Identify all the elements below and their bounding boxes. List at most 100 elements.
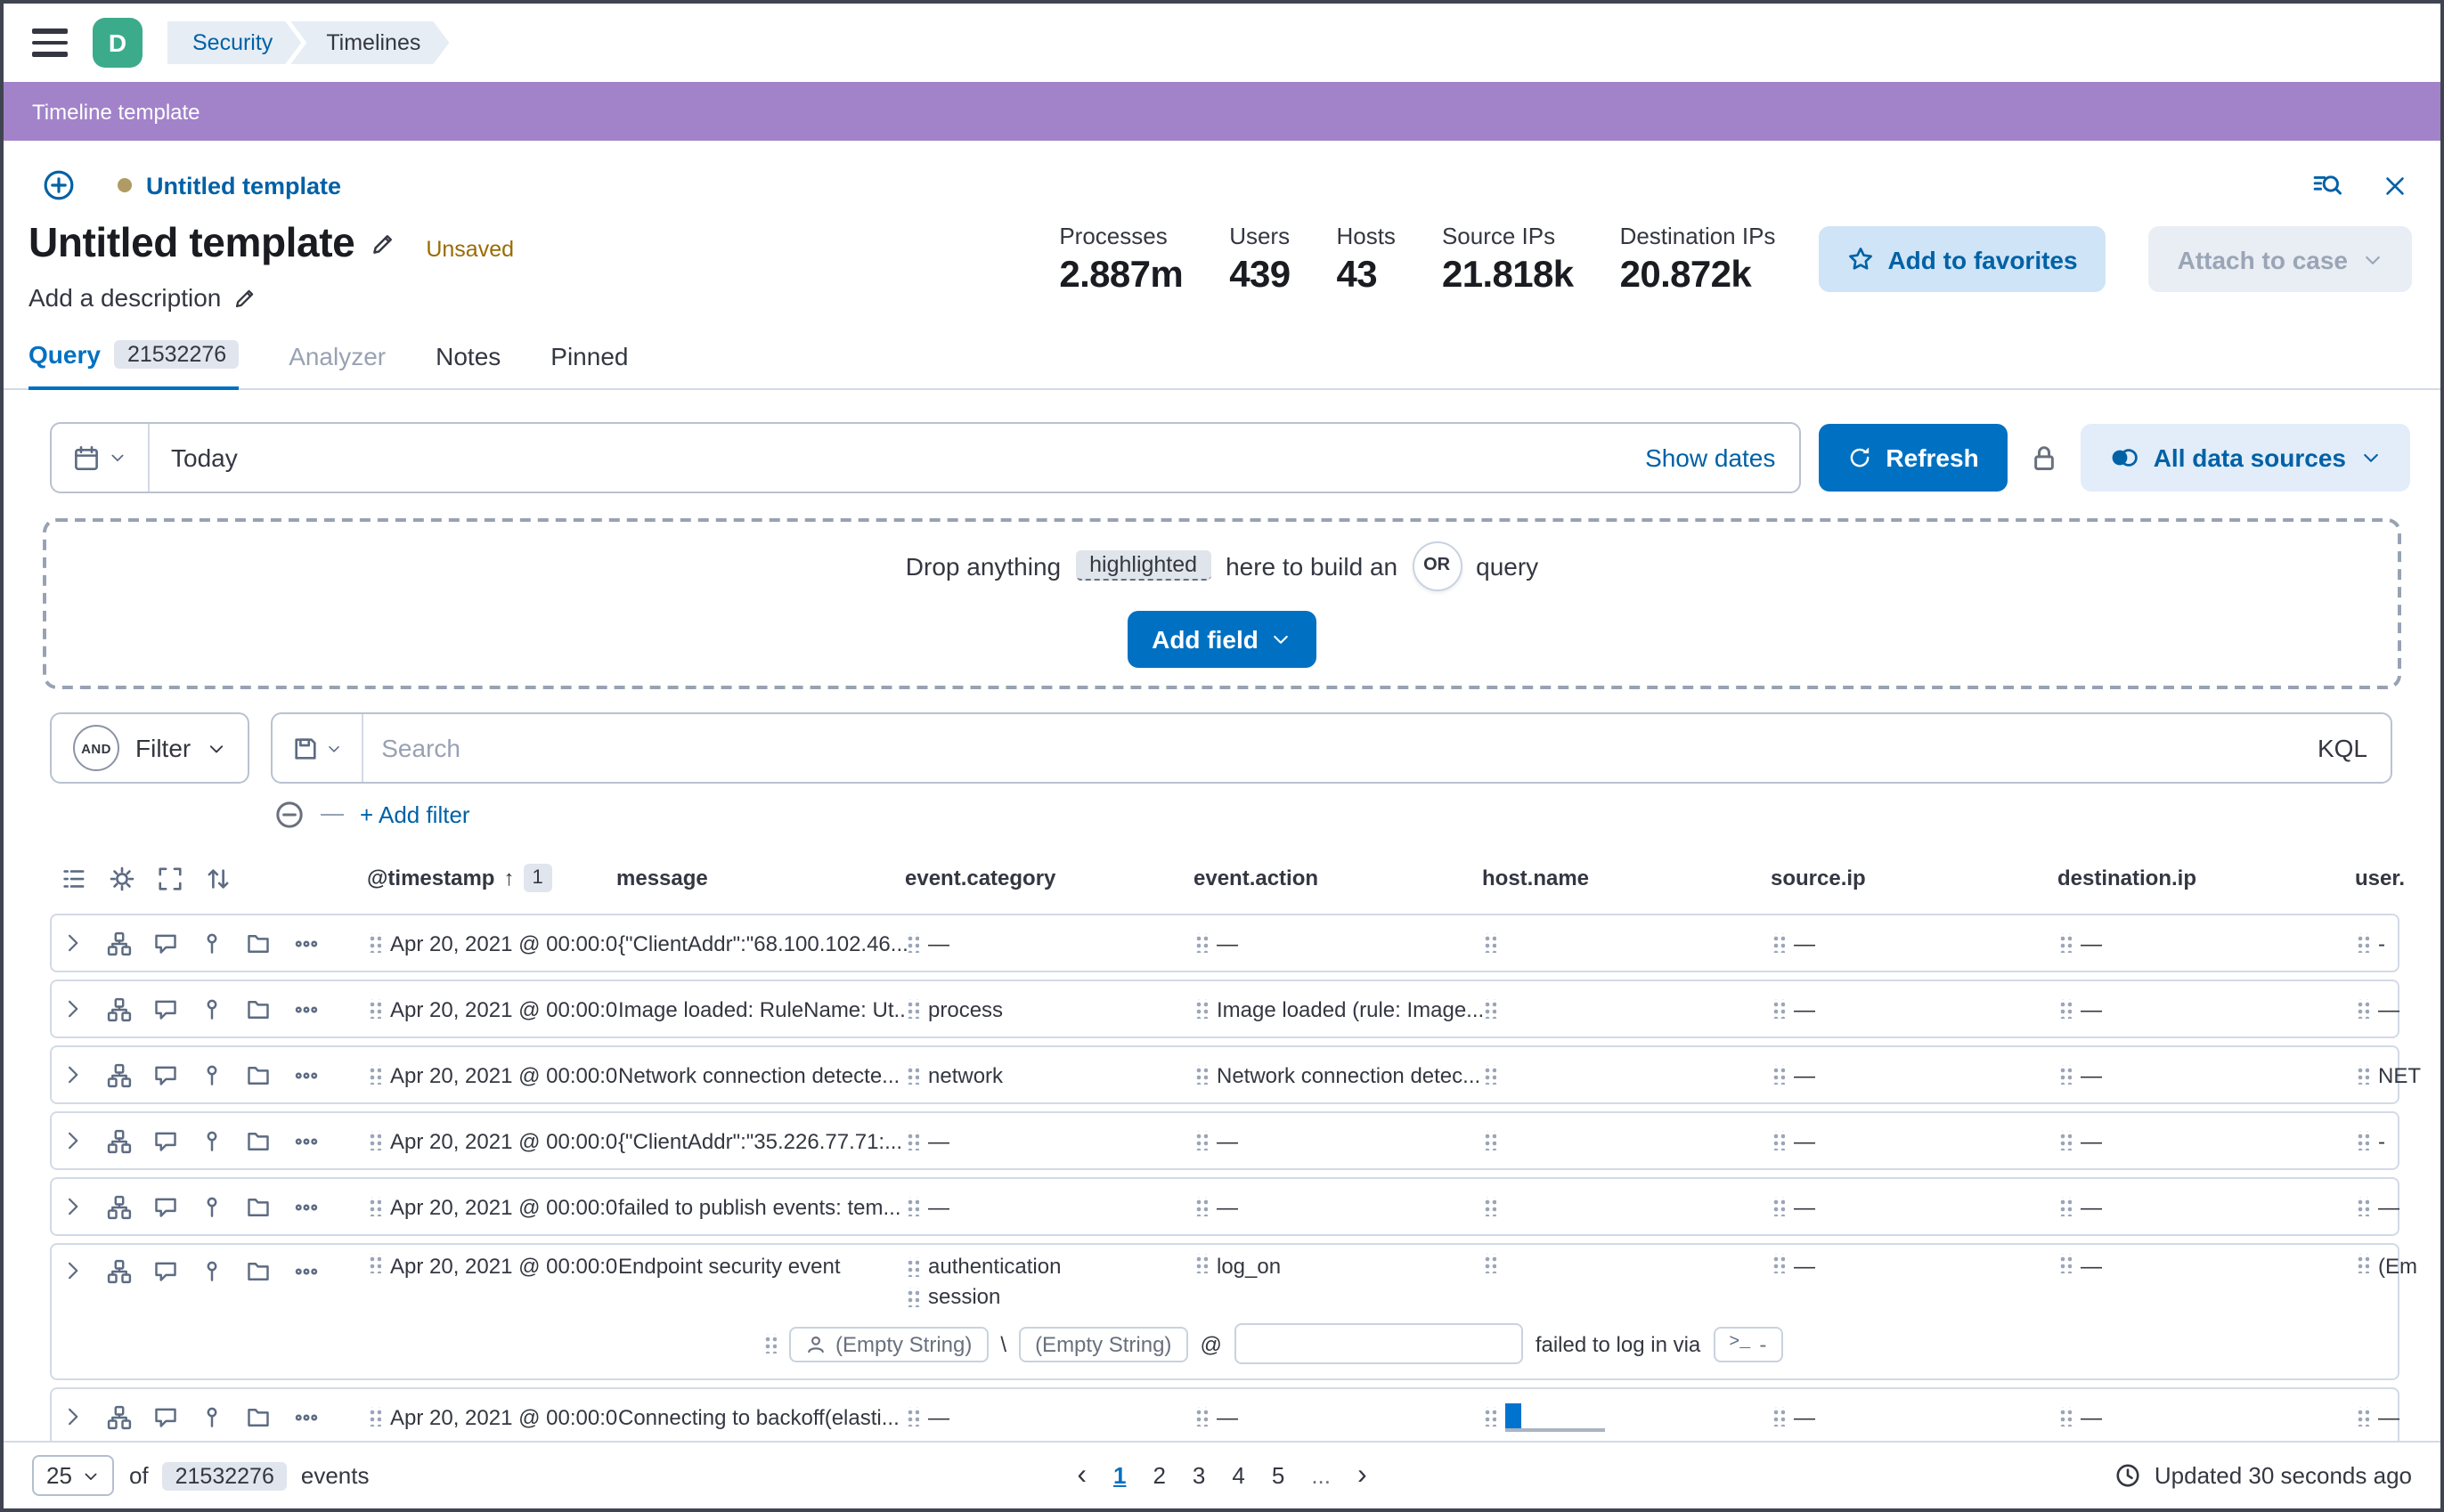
drag-handle-icon[interactable] [1772,1065,1785,1085]
drag-handle-icon[interactable] [1195,999,1208,1019]
page-4-button[interactable]: 4 [1232,1462,1244,1489]
column-header-event-category[interactable]: event.category [905,866,1193,890]
filter-mode-dropdown[interactable]: AND Filter [50,712,249,784]
analyze-event-icon[interactable] [107,1404,132,1429]
pin-icon[interactable] [200,1128,224,1153]
column-header-source-ip[interactable]: source.ip [1771,866,2057,890]
breadcrumb-timelines[interactable]: Timelines [290,21,449,64]
add-to-favorites-button[interactable]: Add to favorites [1818,226,2106,292]
drag-handle-icon[interactable] [1195,1197,1208,1216]
drag-handle-icon[interactable] [907,999,919,1019]
drag-handle-icon[interactable] [1484,933,1496,953]
drag-handle-icon[interactable] [369,1131,381,1150]
event-category-cell[interactable]: — [907,931,1195,955]
source-ip-cell[interactable]: — [1772,1404,2059,1429]
drag-handle-icon[interactable] [907,1287,919,1306]
user-cell[interactable]: — [2357,996,2444,1021]
message-cell[interactable]: Endpoint security event [618,1254,907,1279]
pin-icon[interactable] [200,1259,224,1284]
drag-handle-icon[interactable] [1484,999,1496,1019]
message-cell[interactable]: failed to publish events: tem... [618,1194,907,1219]
edit-description-icon[interactable] [233,286,257,309]
column-header-user[interactable]: user. [2355,866,2444,890]
saved-query-menu[interactable] [273,714,363,782]
page-3-button[interactable]: 3 [1193,1462,1205,1489]
destination-ip-cell[interactable]: — [2059,1254,2357,1279]
more-actions-icon[interactable] [292,1194,321,1219]
gear-icon[interactable] [109,865,135,891]
drag-drop-zone[interactable]: Drop anything highlighted here to build … [43,518,2401,689]
drag-handle-icon[interactable] [2059,999,2072,1019]
drag-handle-icon[interactable] [1772,1197,1785,1216]
host-name-cell[interactable] [1484,1402,1772,1431]
drag-handle-icon[interactable] [369,1197,381,1216]
comment-icon[interactable] [153,1404,178,1429]
analyze-event-icon[interactable] [107,1194,132,1219]
drag-handle-icon[interactable] [2059,1407,2072,1427]
drag-handle-icon[interactable] [907,1197,919,1216]
event-action-cell[interactable]: Image loaded (rule: Image... [1195,996,1484,1021]
pin-icon[interactable] [200,931,224,955]
source-ip-cell[interactable]: — [1772,1194,2059,1219]
drag-handle-icon[interactable] [1484,1065,1496,1085]
drag-handle-icon[interactable] [2357,999,2369,1019]
comment-icon[interactable] [153,1259,178,1284]
drag-handle-icon[interactable] [2357,1131,2369,1150]
source-ip-cell[interactable]: — [1772,1128,2059,1153]
add-note-icon[interactable] [246,1194,271,1219]
drag-handle-icon[interactable] [1195,1254,1208,1273]
expand-row-icon[interactable] [62,1259,86,1282]
user-cell[interactable]: — [2357,1404,2444,1429]
source-ip-cell[interactable]: — [1772,931,2059,955]
drag-handle-icon[interactable] [369,1407,381,1427]
drag-handle-icon[interactable] [907,1407,919,1427]
close-icon[interactable] [2382,172,2408,199]
host-name-cell[interactable] [1484,1197,1772,1216]
drag-handle-icon[interactable] [369,933,381,953]
column-header-timestamp[interactable]: @timestamp ↑ 1 [367,864,616,892]
add-filter-link[interactable]: + Add filter [360,801,470,828]
previous-page-button[interactable]: ‹ [1077,1461,1087,1490]
search-input[interactable] [363,734,2294,762]
add-note-icon[interactable] [246,996,271,1021]
drag-handle-icon[interactable] [2059,933,2072,953]
more-actions-icon[interactable] [292,1062,321,1087]
drag-handle-icon[interactable] [1772,1254,1785,1273]
timestamp-cell[interactable]: Apr 20, 2021 @ 00:00:00.035 [369,1062,618,1087]
add-note-icon[interactable] [246,1128,271,1153]
active-template-link[interactable]: Untitled template [118,172,341,199]
drag-handle-icon[interactable] [1195,1131,1208,1150]
host-name-cell[interactable] [1484,933,1772,953]
page-2-button[interactable]: 2 [1153,1462,1165,1489]
add-note-icon[interactable] [246,1259,271,1284]
attach-to-case-button[interactable]: Attach to case [2149,226,2412,292]
date-range-label[interactable]: Today [171,443,238,472]
more-actions-icon[interactable] [292,1259,321,1284]
event-category-cell[interactable]: — [907,1194,1195,1219]
comment-icon[interactable] [153,996,178,1021]
analyze-event-icon[interactable] [107,1259,132,1284]
message-cell[interactable]: {"ClientAddr":"68.100.102.46... [618,931,907,955]
next-page-button[interactable]: › [1357,1461,1367,1490]
event-category-cell[interactable]: authentication session [907,1254,1195,1309]
expand-row-icon[interactable] [62,1405,86,1428]
event-category-cell[interactable]: — [907,1404,1195,1429]
column-header-host-name[interactable]: host.name [1482,866,1771,890]
tab-analyzer[interactable]: Analyzer [289,342,386,388]
timestamp-cell[interactable]: Apr 20, 2021 @ 00:00:00.121 [369,1128,618,1153]
event-action-cell[interactable]: — [1195,1194,1484,1219]
message-cell[interactable]: Connecting to backoff(elasti... [618,1404,907,1429]
event-action-cell[interactable]: — [1195,1128,1484,1153]
comment-icon[interactable] [153,1128,178,1153]
refresh-button[interactable]: Refresh [1818,424,2007,492]
expand-row-icon[interactable] [62,1063,86,1086]
empty-value-field[interactable] [1234,1323,1523,1364]
drag-handle-icon[interactable] [2357,1065,2369,1085]
more-actions-icon[interactable] [292,1404,321,1429]
user-cell[interactable]: (Em [2357,1254,2444,1279]
drag-handle-icon[interactable] [1772,999,1785,1019]
timestamp-cell[interactable]: Apr 20, 2021 @ 00:00:00.019 [369,996,618,1021]
page-5-button[interactable]: 5 [1272,1462,1284,1489]
destination-ip-cell[interactable]: — [2059,1062,2357,1087]
date-picker[interactable]: Today Show dates [50,422,1800,493]
